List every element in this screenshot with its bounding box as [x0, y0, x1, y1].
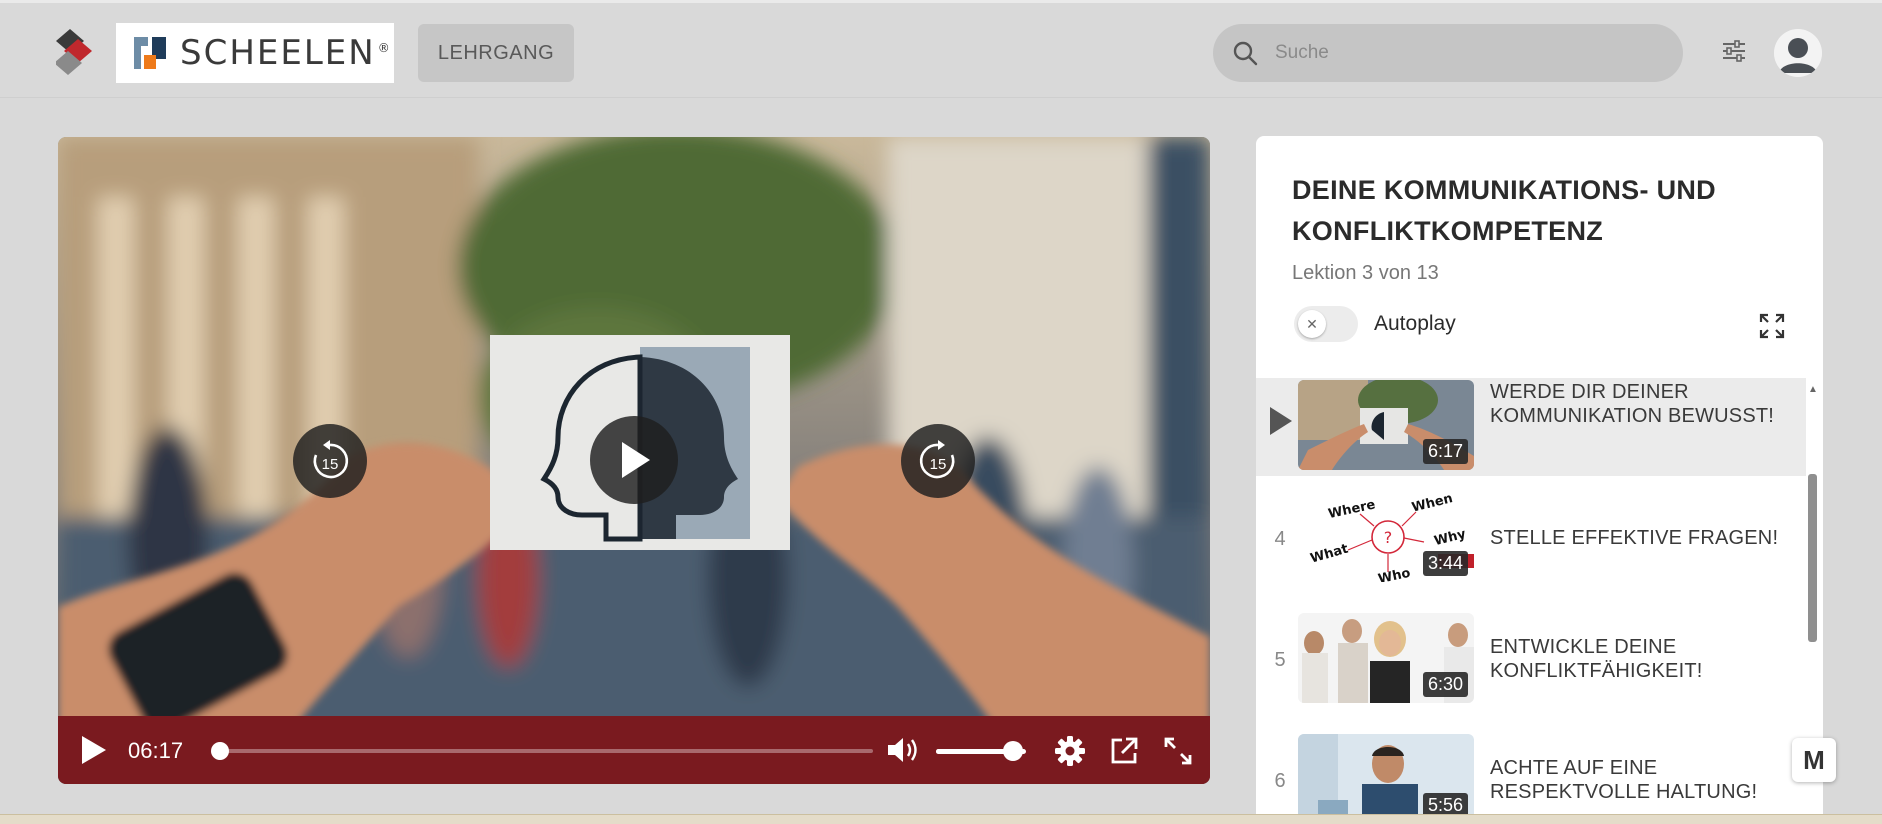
expand-icon[interactable]	[1758, 312, 1786, 340]
video-player[interactable]: 15 15 06:17	[58, 137, 1210, 784]
progress-handle[interactable]	[210, 742, 229, 760]
search-icon	[1233, 41, 1258, 66]
app-logo-icon[interactable]	[54, 29, 96, 77]
tab-lehrgang[interactable]: LEHRGANG	[418, 24, 574, 82]
brand-mark-icon	[134, 37, 166, 69]
lesson-list: 6:17 WERDE DIR DEINER KOMMUNIKATION BEWU…	[1256, 378, 1806, 824]
fullscreen-icon[interactable]	[1162, 735, 1194, 767]
skip-back-15-button[interactable]: 15	[293, 424, 367, 498]
current-time: 06:17	[128, 738, 184, 763]
course-title: DEINE KOMMUNIKATIONS- UND KONFLIKTKOMPET…	[1292, 175, 1716, 246]
scrollbar-thumb[interactable]	[1808, 474, 1817, 642]
svg-text:15: 15	[930, 456, 947, 473]
user-icon	[1774, 29, 1822, 77]
bottom-banner-edge	[0, 814, 1882, 824]
player-controls: 06:17	[58, 716, 1210, 784]
play-icon[interactable]	[78, 733, 110, 767]
lesson-counter: Lektion 3 von 13	[1292, 262, 1439, 284]
play-icon	[622, 442, 650, 478]
volume-handle[interactable]	[1002, 741, 1023, 761]
progress-bar[interactable]	[213, 749, 873, 753]
search-bar[interactable]	[1213, 24, 1683, 82]
scroll-up-arrow-icon[interactable]: ▲	[1808, 384, 1818, 395]
skip-forward-15-button[interactable]: 15	[901, 424, 975, 498]
filter-settings-icon[interactable]	[1720, 37, 1748, 65]
brand-name: SCHEELEN ®	[180, 33, 392, 73]
lesson-item-6[interactable]: 6 5:56 ACHTE AUF EINE RESPEKTVOLLE HALTU…	[1256, 732, 1806, 824]
search-input[interactable]	[1275, 42, 1635, 64]
svg-text:15: 15	[322, 456, 339, 473]
now-playing-icon	[1270, 407, 1292, 435]
lesson-title: STELLE EFFEKTIVE FRAGEN!	[1490, 527, 1779, 549]
autoplay-toggle[interactable]: ✕	[1294, 306, 1358, 342]
volume-icon[interactable]	[886, 735, 920, 765]
lesson-number: 4	[1274, 528, 1286, 550]
lesson-duration: 3:44	[1422, 551, 1468, 576]
svg-text:?: ?	[1384, 528, 1393, 547]
lesson-thumbnail: 5:56	[1298, 734, 1474, 824]
toggle-off-icon: ✕	[1298, 310, 1326, 338]
lesson-title: WERDE DIR DEINER KOMMUNIKATION BEWUSST!	[1490, 381, 1775, 427]
lesson-duration: 6:30	[1422, 672, 1468, 697]
replay-15-icon: 15	[313, 440, 349, 479]
lesson-item-5[interactable]: 5 6:30 ENTWICKLE DEINE KONFLIKTFÄHIGKEIT…	[1256, 611, 1806, 709]
lesson-item-3[interactable]: 6:17 WERDE DIR DEINER KOMMUNIKATION BEWU…	[1256, 378, 1806, 476]
lesson-number: 6	[1274, 770, 1286, 792]
lesson-title: ACHTE AUF EINE RESPEKTVOLLE HALTUNG!	[1490, 757, 1758, 803]
top-bar: SCHEELEN ® LEHRGANG	[0, 0, 1882, 98]
autoplay-label: Autoplay	[1374, 312, 1456, 335]
center-play-button[interactable]	[590, 416, 678, 504]
lesson-duration: 6:17	[1422, 439, 1468, 464]
volume-fill	[936, 749, 1013, 754]
lesson-panel: DEINE KOMMUNIKATIONS- UND KONFLIKTKOMPET…	[1256, 136, 1823, 824]
lesson-thumbnail: 6:30	[1298, 613, 1474, 703]
lesson-item-4[interactable]: 4 ? Where When What Why Who 3:44 STELLE …	[1256, 490, 1806, 588]
brand-logo[interactable]: SCHEELEN ®	[116, 23, 394, 83]
lesson-number: 5	[1274, 649, 1286, 671]
settings-gear-icon[interactable]	[1054, 735, 1086, 767]
user-avatar[interactable]	[1774, 29, 1822, 77]
lesson-title: ENTWICKLE DEINE KONFLIKTFÄHIGKEIT!	[1490, 636, 1703, 682]
forward-15-icon: 15	[919, 440, 955, 479]
lesson-thumbnail: ? Where When What Why Who 3:44	[1298, 492, 1474, 582]
popout-external-icon[interactable]	[1108, 735, 1140, 767]
floating-m-widget-button[interactable]: M	[1792, 738, 1836, 782]
lesson-thumbnail: 6:17	[1298, 380, 1474, 470]
